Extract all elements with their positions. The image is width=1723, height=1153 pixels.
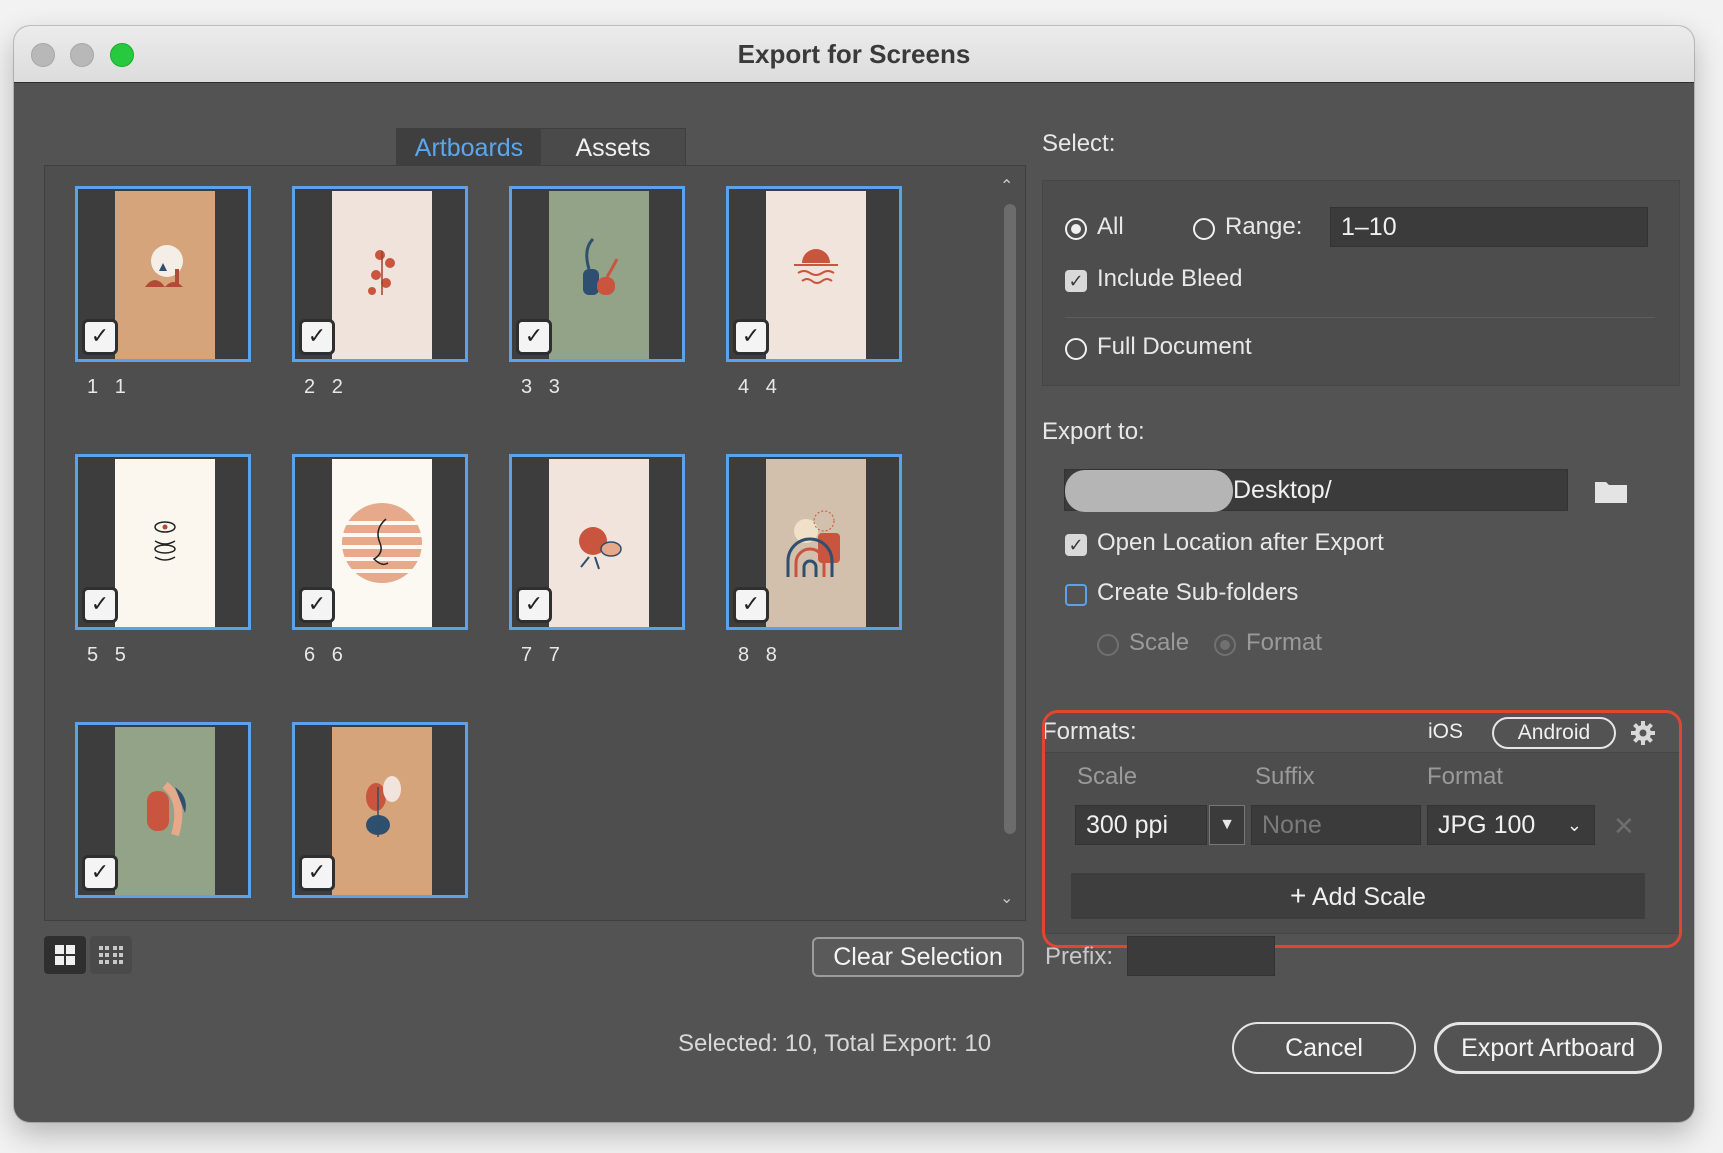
- artboard-checkbox[interactable]: ✓: [516, 319, 552, 355]
- scroll-down-icon[interactable]: ⌄: [1000, 888, 1013, 908]
- tab-assets[interactable]: Assets: [541, 129, 685, 167]
- artboard-thumbnail[interactable]: ✓: [509, 186, 685, 362]
- artboard-preview: [332, 459, 432, 627]
- export-path-text: Desktop/: [1233, 476, 1332, 504]
- list-grid-view-icon: [99, 946, 123, 964]
- select-options-box: All Range: 1–10 ✓ Include Bleed Full Doc…: [1042, 180, 1680, 386]
- artboard-thumbnail[interactable]: ✓: [292, 186, 468, 362]
- artboard-thumbnail[interactable]: ✓: [75, 186, 251, 362]
- full-document-radio[interactable]: [1065, 338, 1087, 360]
- artboard-thumbnail[interactable]: ✓: [75, 722, 251, 898]
- export-for-screens-dialog: Export for Screens Artboards Assets ✓ ✓ …: [14, 26, 1694, 1122]
- artboard-label: 3 3: [521, 376, 560, 398]
- artboard-thumbnail[interactable]: ✓: [726, 186, 902, 362]
- artboard-preview: [766, 191, 866, 359]
- artboard-grid: ✓ ✓ ✓ ✓ 1 1 2 2 3 3 4 4 ✓ ✓ ✓ ✓ 5 5 6 6 …: [44, 165, 1026, 921]
- prefix-input[interactable]: [1127, 936, 1275, 976]
- select-all-label: All: [1097, 213, 1124, 240]
- artboard-thumbnail[interactable]: ✓: [292, 722, 468, 898]
- select-range-radio[interactable]: [1193, 218, 1215, 240]
- prefix-label: Prefix:: [1045, 943, 1114, 970]
- export-path-field[interactable]: Desktop/: [1064, 469, 1568, 512]
- artboard-label: 1 1: [87, 376, 126, 398]
- artboard-label: 4 4: [738, 376, 777, 398]
- artboard-preview: [115, 191, 215, 359]
- select-all-radio[interactable]: [1065, 218, 1087, 240]
- include-bleed-label: Include Bleed: [1097, 265, 1243, 292]
- include-bleed-checkbox[interactable]: ✓: [1065, 270, 1087, 292]
- artboard-checkbox[interactable]: ✓: [516, 587, 552, 623]
- subfolder-format-label: Format: [1246, 629, 1323, 656]
- create-subfolders-checkbox[interactable]: [1065, 584, 1087, 606]
- artboard-label: 5 5: [87, 644, 126, 666]
- artboard-preview: [332, 727, 432, 895]
- artboard-preview: [332, 191, 432, 359]
- open-location-checkbox[interactable]: ✓: [1065, 534, 1087, 556]
- artboard-label: 2 2: [304, 376, 343, 398]
- export-artboard-button[interactable]: Export Artboard: [1434, 1022, 1662, 1074]
- folder-icon[interactable]: [1594, 478, 1628, 504]
- divider: [1065, 317, 1655, 318]
- artboard-thumbnail[interactable]: ✓: [75, 454, 251, 630]
- artboard-label: 8 8: [738, 644, 777, 666]
- create-subfolders-label: Create Sub-folders: [1097, 579, 1299, 606]
- artboard-checkbox[interactable]: ✓: [299, 319, 335, 355]
- title-bar: Export for Screens: [14, 26, 1694, 83]
- artboard-preview: [766, 459, 866, 627]
- select-heading: Select:: [1042, 130, 1116, 157]
- tab-artboards[interactable]: Artboards: [397, 129, 541, 167]
- artboard-checkbox[interactable]: ✓: [82, 855, 118, 891]
- tab-bar: Artboards Assets: [396, 128, 686, 167]
- artboard-thumbnail[interactable]: ✓: [726, 454, 902, 630]
- small-thumbnail-view-button[interactable]: [90, 936, 132, 974]
- large-thumbnail-view-button[interactable]: [44, 936, 86, 974]
- redacted-path: [1065, 470, 1233, 512]
- cancel-button[interactable]: Cancel: [1232, 1022, 1416, 1074]
- subfolder-scale-radio[interactable]: [1097, 634, 1119, 656]
- grid-scrollbar[interactable]: ⌃ ⌄: [998, 176, 1020, 914]
- artboard-preview: [549, 191, 649, 359]
- artboard-label: 7 7: [521, 644, 560, 666]
- artboard-checkbox[interactable]: ✓: [299, 855, 335, 891]
- formats-highlight-outline: [1042, 710, 1682, 948]
- window-title: Export for Screens: [737, 39, 971, 69]
- range-input[interactable]: 1–10: [1330, 207, 1648, 247]
- scroll-up-icon[interactable]: ⌃: [1000, 176, 1013, 196]
- artboard-checkbox[interactable]: ✓: [299, 587, 335, 623]
- clear-selection-button[interactable]: Clear Selection: [812, 937, 1024, 977]
- artboard-thumbnail[interactable]: ✓: [509, 454, 685, 630]
- export-summary: Selected: 10, Total Export: 10: [678, 1030, 992, 1057]
- grid-view-icon: [55, 945, 75, 965]
- open-location-label: Open Location after Export: [1097, 529, 1384, 556]
- artboard-checkbox[interactable]: ✓: [733, 587, 769, 623]
- artboard-preview: [115, 459, 215, 627]
- artboard-checkbox[interactable]: ✓: [82, 319, 118, 355]
- subfolder-scale-label: Scale: [1129, 629, 1190, 656]
- subfolder-format-radio[interactable]: [1214, 634, 1236, 656]
- full-document-label: Full Document: [1097, 333, 1252, 360]
- artboard-thumbnail[interactable]: ✓: [292, 454, 468, 630]
- export-to-heading: Export to:: [1042, 418, 1145, 445]
- scrollbar-thumb[interactable]: [1004, 204, 1016, 834]
- artboard-preview: [115, 727, 215, 895]
- artboard-checkbox[interactable]: ✓: [82, 587, 118, 623]
- artboard-preview: [549, 459, 649, 627]
- artboard-checkbox[interactable]: ✓: [733, 319, 769, 355]
- artboard-label: 6 6: [304, 644, 343, 666]
- select-range-label: Range:: [1225, 213, 1303, 240]
